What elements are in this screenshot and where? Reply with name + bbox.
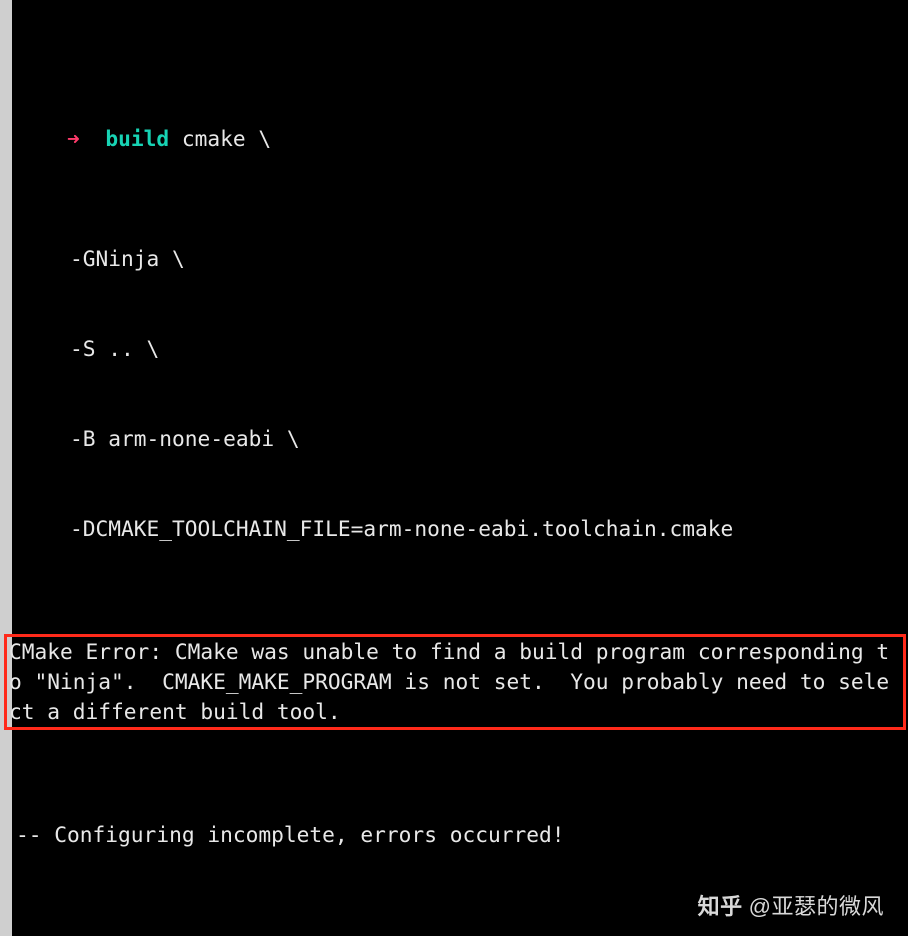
zhihu-logo-icon: 知乎 xyxy=(698,892,743,922)
cmd-cont: -DCMAKE_TOOLCHAIN_FILE=arm-none-eabi.too… xyxy=(12,514,908,544)
output-line: -- Configuring incomplete, errors occurr… xyxy=(12,820,908,850)
prompt-arrow-icon: ➜ xyxy=(67,126,80,151)
prompt-dir: build xyxy=(105,126,169,151)
error-text: CMake Error: CMake was unable to find a … xyxy=(9,639,889,724)
watermark: 知乎 @亚瑟的微风 xyxy=(698,892,884,922)
error-highlight-box: CMake Error: CMake was unable to find a … xyxy=(4,634,906,730)
cmd-cont: -S .. \ xyxy=(12,334,908,364)
cmd-text: cmake \ xyxy=(182,126,271,151)
watermark-text: @亚瑟的微风 xyxy=(749,892,884,922)
cmd-cont: -B arm-none-eabi \ xyxy=(12,424,908,454)
prompt-line-1: ➜ build cmake \ xyxy=(12,94,908,184)
cmd-cont: -GNinja \ xyxy=(12,244,908,274)
terminal-window[interactable]: ➜ build cmake \ -GNinja \ -S .. \ -B arm… xyxy=(0,0,908,936)
